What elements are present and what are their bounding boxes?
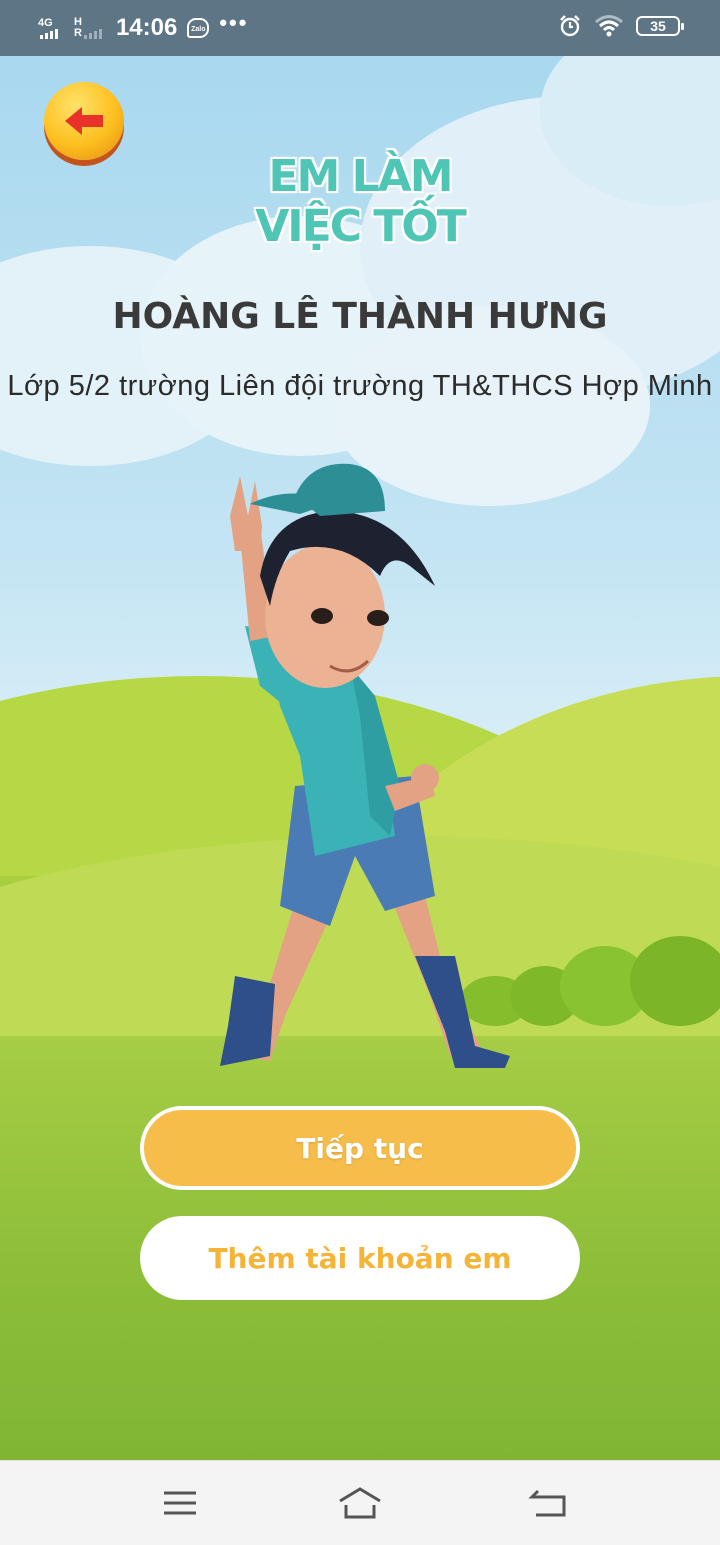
battery-indicator: 35 xyxy=(636,16,684,36)
network-4g-label: 4G xyxy=(38,16,53,29)
network-h-indicator: H R xyxy=(74,17,102,39)
continue-button-label: Tiếp tục xyxy=(296,1131,424,1165)
continue-button[interactable]: Tiếp tục xyxy=(140,1106,580,1190)
home-icon[interactable] xyxy=(336,1483,384,1523)
app-title-line1: EM LÀM xyxy=(268,151,453,202)
battery-level: 35 xyxy=(650,18,666,34)
status-bar: 4G H R 14:06 Zalo ••• 35 xyxy=(0,0,720,56)
more-notifications-icon: ••• xyxy=(219,10,249,35)
class-info: Lớp 5/2 trường Liên đội trường TH&THCS H… xyxy=(7,370,713,402)
back-arrow-icon xyxy=(65,107,103,135)
network-r-label: R xyxy=(74,27,82,39)
add-account-button-label: Thêm tài khoản em xyxy=(208,1241,512,1275)
navigation-bar xyxy=(0,1460,720,1545)
boy-character-illustration xyxy=(220,463,510,1068)
wifi-icon xyxy=(595,15,623,37)
app-title: EM LÀM VIỆC TỐT xyxy=(0,152,720,252)
menu-icon[interactable] xyxy=(160,1483,200,1523)
return-icon[interactable] xyxy=(528,1483,568,1523)
main-scene: EM LÀM VIỆC TỐT HOÀNG LÊ THÀNH HƯNG Lớp … xyxy=(0,56,720,1460)
zalo-label: Zalo xyxy=(191,26,206,33)
alarm-icon xyxy=(560,15,580,37)
status-time: 14:06 xyxy=(115,14,178,41)
student-name: HOÀNG LÊ THÀNH HƯNG xyxy=(112,296,608,337)
back-button[interactable] xyxy=(44,82,124,160)
app-title-line2: VIỆC TỐT xyxy=(255,201,467,252)
zalo-icon: Zalo xyxy=(187,18,210,38)
network-4g-indicator: 4G xyxy=(38,16,58,39)
add-account-button[interactable]: Thêm tài khoản em xyxy=(140,1216,580,1300)
